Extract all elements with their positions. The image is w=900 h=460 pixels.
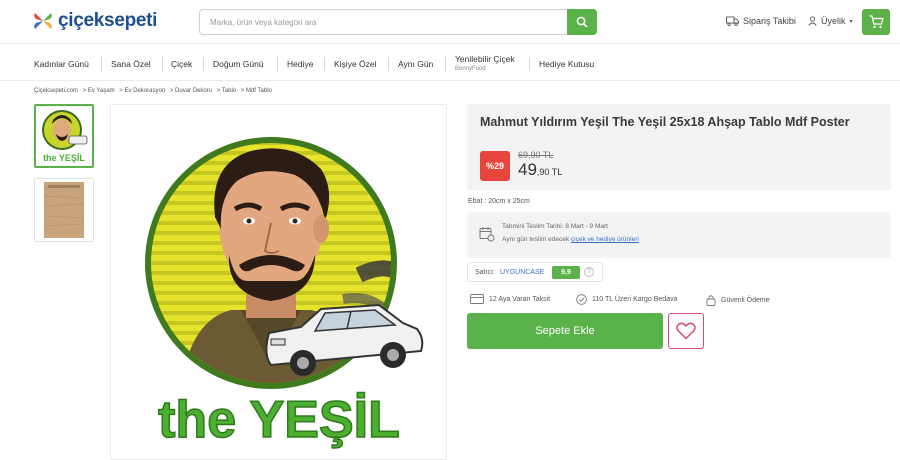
divider (388, 57, 389, 71)
flower-logo-icon (34, 13, 52, 29)
delivery-estimate: Tahmini Teslim Tarihi: 8 Mart - 9 Mart (502, 223, 608, 230)
poster-artwork: the YEŞİL (145, 137, 424, 450)
divider (101, 57, 102, 71)
order-tracking-link[interactable]: Sipariş Takibi (726, 16, 796, 26)
category-nav: Kadınlar Günü Sana Özel Çiçek Doğum Günü… (0, 45, 900, 81)
same-day-link[interactable]: çiçek ve hediye ürünleri (571, 236, 639, 243)
search-button[interactable] (567, 9, 597, 35)
cat-dogum-gunu[interactable]: Doğum Günü (213, 59, 264, 69)
product-summary: Mahmut Yıldırım Yeşil The Yeşil 25x18 Ah… (467, 104, 891, 190)
cat-cicek[interactable]: Çiçek (171, 59, 192, 69)
price-decimal: ,90 TL (536, 167, 563, 177)
breadcrumb: Çiçeksepeti.com > Ev Yaşam > Ev Dekorasy… (34, 88, 275, 94)
breadcrumb-item[interactable]: Çiçeksepeti.com (34, 88, 78, 94)
cat-sana-ozel[interactable]: Sana Özel (111, 59, 151, 69)
cat-kisiye-ozel[interactable]: Kişiye Özel (334, 59, 377, 69)
breadcrumb-item[interactable]: > Ev Dekorasyon (119, 88, 165, 94)
seller-label: Satıcı: (475, 269, 495, 276)
discount-badge: %29 (480, 151, 510, 181)
breadcrumb-item[interactable]: > Duvar Dekoru (170, 88, 212, 94)
account-menu[interactable]: Üyelik ▾ (808, 16, 853, 26)
cat-kadinlar-gunu[interactable]: Kadınlar Günü (34, 59, 89, 69)
size-info: Ebat : 20cm x 25cm (468, 198, 530, 205)
breadcrumb-item[interactable]: > Mdf Tablo (241, 88, 272, 94)
cat-hediye-kutusu[interactable]: Hediye Kutusu (539, 59, 594, 69)
product-title: Mahmut Yıldırım Yeşil The Yeşil 25x18 Ah… (480, 115, 850, 129)
same-day-text: Aynı gün teslim edecek (502, 236, 571, 243)
lock-icon (706, 295, 716, 306)
feature-free-shipping: 110 TL Üzeri Kargo Bedava (576, 294, 677, 305)
old-price: 69,90 TL (518, 150, 554, 160)
feature-secure-payment: Güvenli Ödeme (706, 294, 770, 306)
truck-icon (726, 16, 739, 26)
artwork-caption: the YEŞİL (158, 391, 400, 449)
wood-back-thumbnail (43, 182, 85, 238)
favorite-button[interactable] (668, 313, 704, 349)
check-circle-icon (576, 294, 587, 305)
poster-thumbnail: the YEŞİL (42, 110, 88, 163)
thumbnail-1[interactable]: the YEŞİL (34, 104, 94, 168)
svg-text:the YEŞİL: the YEŞİL (43, 153, 85, 163)
cat-yenilebilir-cicek-label: Yenilebilir Çiçek (455, 54, 515, 64)
divider (277, 57, 278, 71)
seller-name[interactable]: UYGUNCASE (500, 269, 544, 276)
seller-info: Satıcı: UYGUNCASE 9,9 ? (467, 262, 603, 282)
order-tracking-label: Sipariş Takibi (743, 16, 796, 26)
cat-yenilebilir-cicek-sub: BonnyFood (455, 66, 486, 72)
chevron-down-icon: ▾ (849, 18, 853, 25)
divider (162, 57, 163, 71)
feature-secure-payment-text: Güvenli Ödeme (721, 296, 770, 304)
same-day-note: Aynı gün teslim edecek çiçek ve hediye ü… (502, 236, 639, 243)
divider (324, 57, 325, 71)
delivery-info: Tahmini Teslim Tarihi: 8 Mart - 9 Mart A… (467, 212, 891, 258)
info-icon[interactable]: ? (584, 267, 594, 277)
search-input[interactable] (200, 10, 560, 34)
cat-yenilebilir-cicek[interactable]: Yenilebilir Çiçek BonnyFood (455, 54, 515, 72)
heart-icon (676, 322, 696, 340)
feature-installment-text: 12 Aya Varan Taksit (489, 295, 551, 303)
product-page: çiçeksepeti Sipariş Takibi (0, 0, 900, 460)
cart-button[interactable] (862, 9, 890, 35)
divider (203, 57, 204, 71)
current-price: 49,90 TL (518, 160, 562, 180)
logo[interactable]: çiçeksepeti (32, 10, 157, 32)
card-icon (470, 294, 484, 304)
cart-icon (869, 15, 884, 29)
feature-installment: 12 Aya Varan Taksit (470, 294, 550, 304)
user-icon (808, 16, 817, 26)
calendar-truck-icon (479, 227, 495, 242)
divider (529, 57, 530, 71)
divider (445, 57, 446, 71)
search-icon (576, 16, 588, 28)
cat-ayni-gun[interactable]: Aynı Gün (398, 59, 433, 69)
top-bar: çiçeksepeti Sipariş Takibi (0, 0, 900, 44)
breadcrumb-item[interactable]: > Ev Yaşam (83, 88, 115, 94)
thumbnail-2[interactable] (34, 178, 94, 242)
search-box (199, 9, 597, 35)
seller-score-badge: 9,9 (552, 266, 580, 279)
add-to-cart-button[interactable]: Sepete Ekle (467, 313, 663, 349)
main-product-image[interactable]: the YEŞİL (110, 104, 447, 460)
breadcrumb-item[interactable]: > Tablo (217, 88, 236, 94)
account-label: Üyelik (821, 16, 846, 26)
price-integer: 49 (518, 160, 537, 179)
cat-hediye[interactable]: Hediye (287, 59, 313, 69)
feature-free-shipping-text: 110 TL Üzeri Kargo Bedava (592, 296, 678, 303)
logo-text: çiçeksepeti (58, 10, 158, 31)
